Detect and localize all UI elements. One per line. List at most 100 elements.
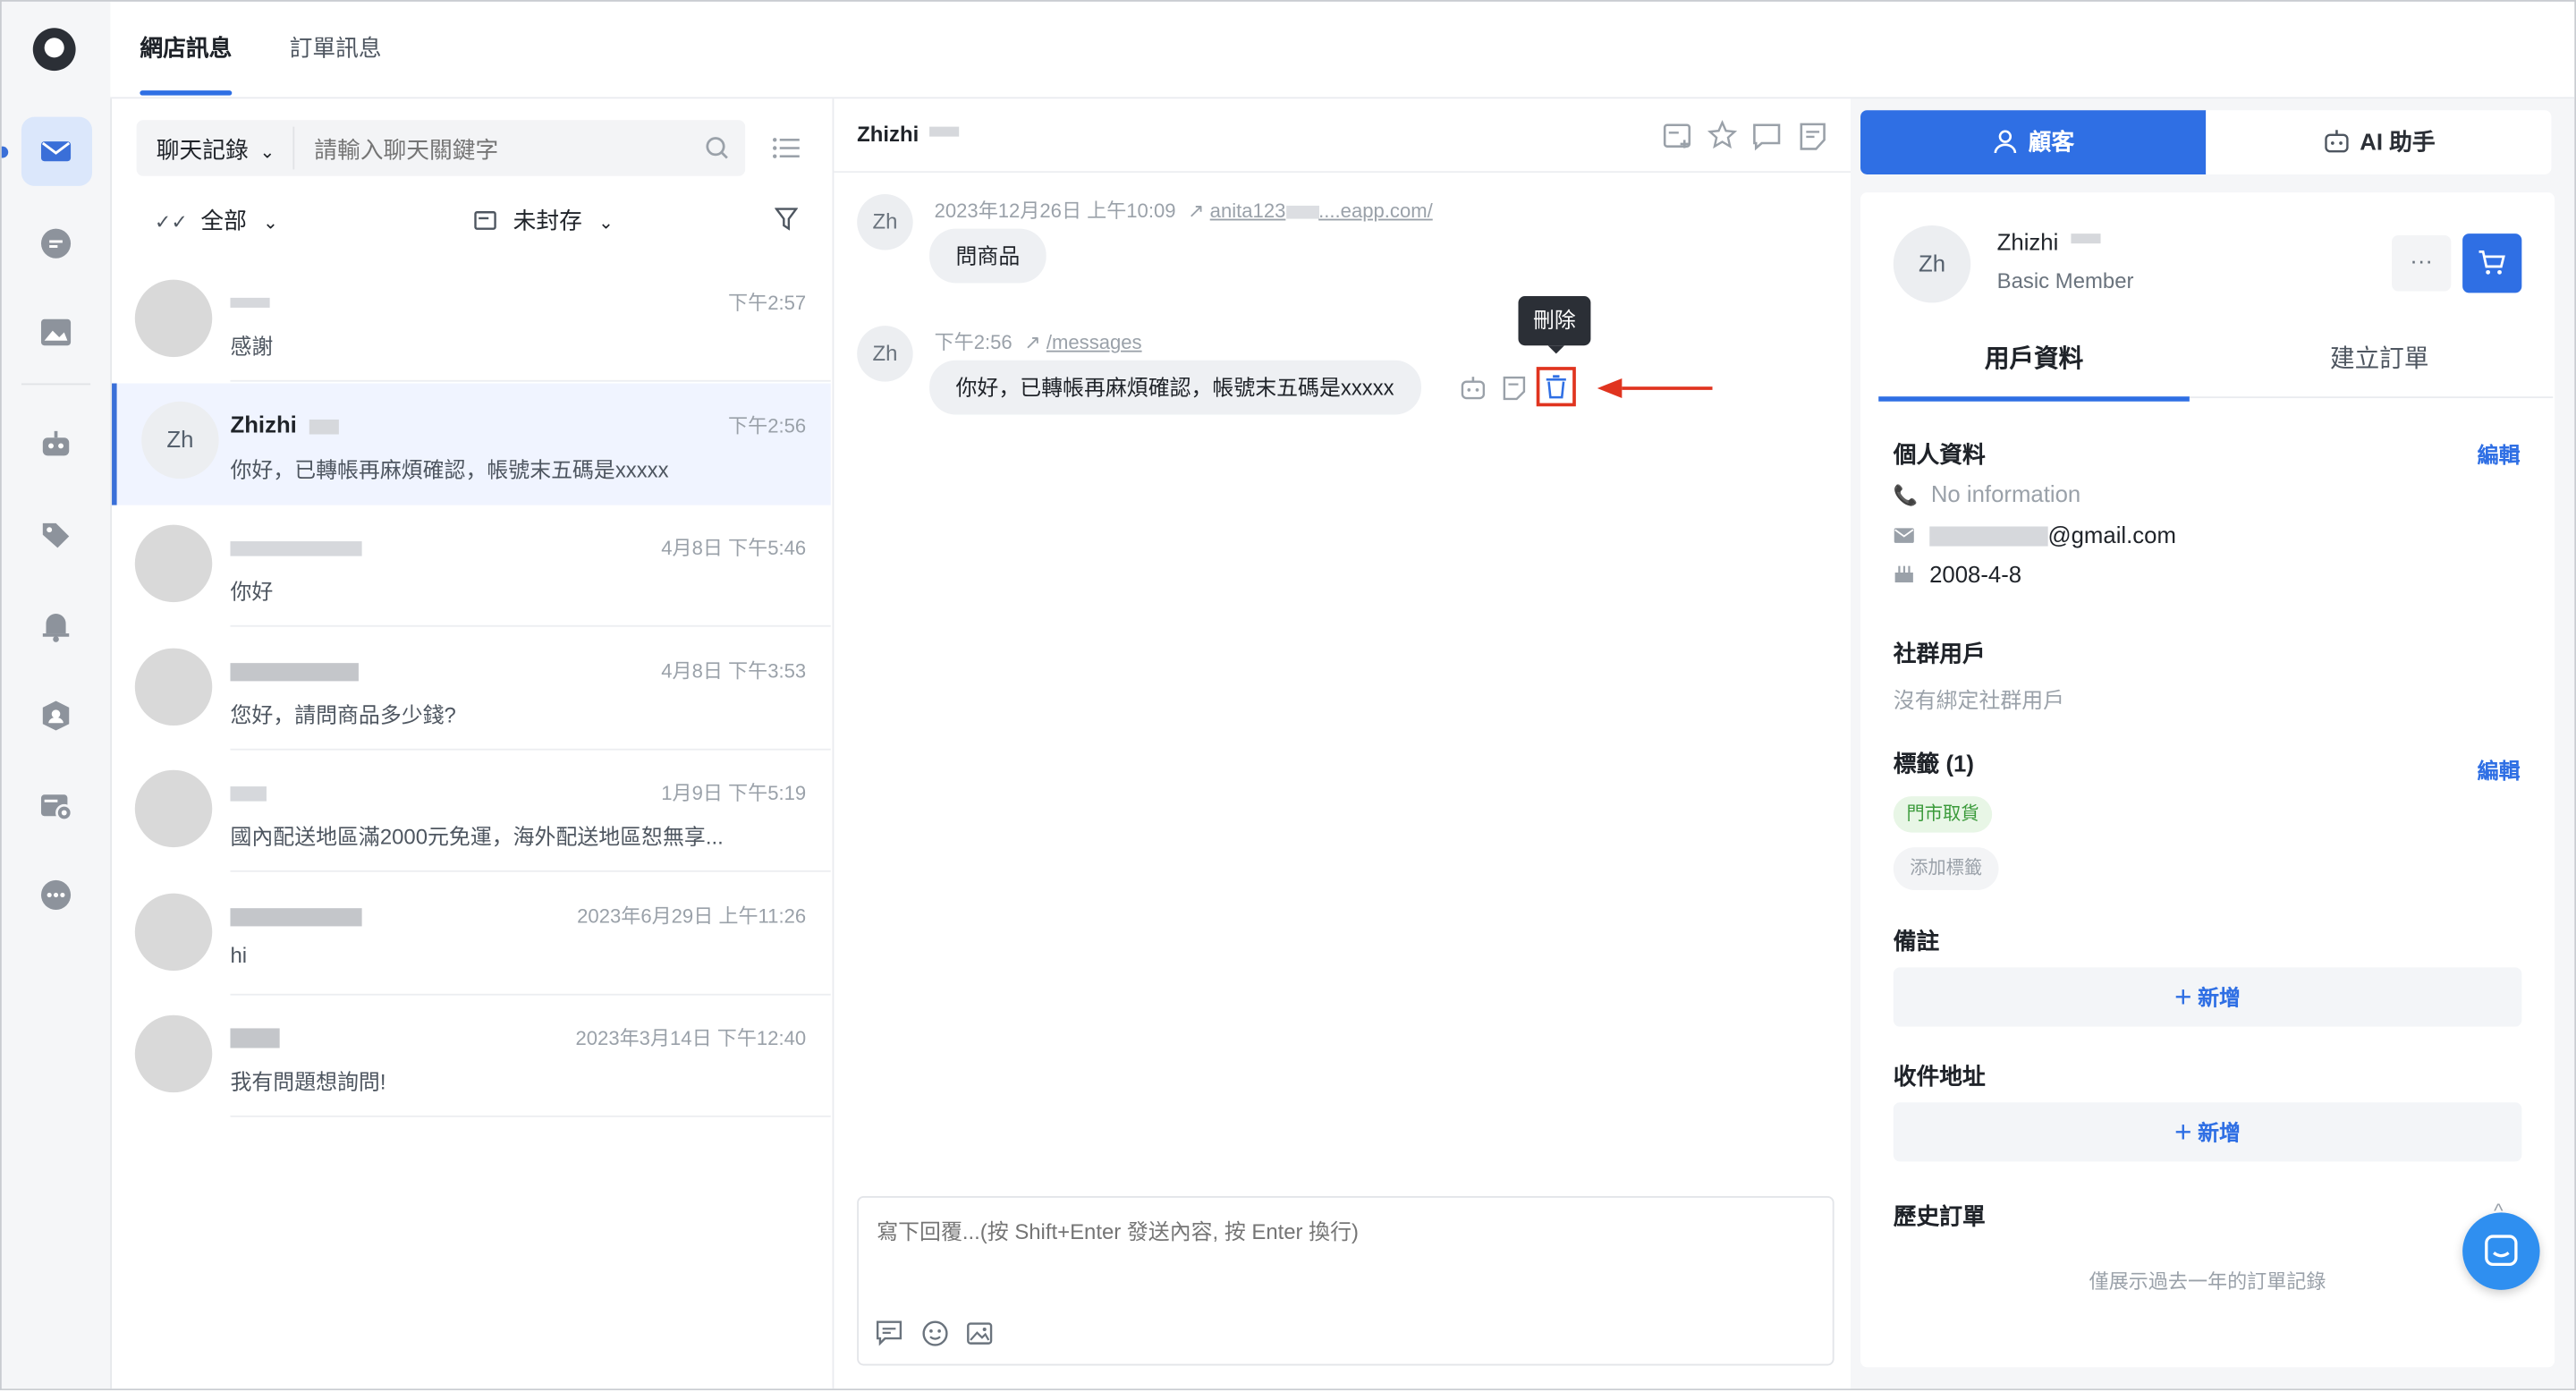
tab-order-messages[interactable]: 訂單訊息: [290, 31, 382, 64]
customer-avatar: Zh: [1893, 225, 1971, 303]
external-link-icon: ↗: [1024, 330, 1041, 354]
social-user-title: 社群用戶: [1893, 640, 1986, 666]
conversation-item[interactable]: 4月8日 下午3:53 您好，請問商品多少錢?: [112, 629, 831, 751]
message-avatar: Zh: [857, 326, 913, 382]
top-bar: [110, 1, 2575, 99]
conversation-name-redacted: [230, 778, 267, 804]
order-history-title: 歷史訂單: [1893, 1202, 1986, 1229]
reply-input[interactable]: [873, 1210, 1818, 1290]
conversation-item[interactable]: 2023年6月29日 上午11:26 hi: [112, 874, 831, 996]
plus-icon: +: [2174, 1115, 2192, 1149]
mail-icon[interactable]: [38, 133, 73, 169]
conversation-item-selected[interactable]: Zh Zhizhi 下午2:56 你好，已轉帳再麻煩確認，帳號末五碼是xxxxx: [112, 383, 831, 505]
conversation-item[interactable]: 下午2:57 感謝: [112, 260, 831, 382]
more-options-button[interactable]: ···: [2392, 234, 2452, 292]
tab-ai-assistant[interactable]: AI 助手: [2206, 110, 2552, 174]
cart-button[interactable]: [2462, 233, 2522, 293]
tab-shop-messages[interactable]: 網店訊息: [140, 31, 232, 64]
message-meta: 下午2:56 ↗ /messages: [935, 327, 1142, 355]
conversation-item[interactable]: 2023年3月14日 下午12:40 我有問題想詢問!: [112, 996, 831, 1117]
subtab-create-order[interactable]: 建立訂單: [2224, 341, 2535, 376]
address-title: 收件地址: [1893, 1063, 1986, 1090]
trash-icon[interactable]: [1543, 373, 1569, 399]
conversation-time: 2023年3月14日 下午12:40: [575, 1026, 807, 1050]
conversation-time: 4月8日 下午3:53: [661, 659, 807, 683]
conversation-item[interactable]: 1月9日 下午5:19 國內配送地區滿2000元免運，海外配送地區恕無享...: [112, 751, 831, 872]
external-link-icon: ↗: [1188, 199, 1205, 223]
archive-icon: [474, 209, 497, 233]
add-address-button[interactable]: + 新增: [1893, 1102, 2522, 1162]
tab-customer[interactable]: 顧客: [1860, 110, 2207, 174]
more-icon[interactable]: [38, 877, 73, 912]
subtab-profile[interactable]: 用戶資料: [1878, 341, 2190, 376]
filter-all-label: 全部: [200, 207, 247, 234]
chat-bubble-icon[interactable]: [38, 225, 73, 261]
image-icon[interactable]: [38, 314, 73, 350]
edit-tags-link[interactable]: 編輯: [2478, 753, 2521, 785]
message-source-link[interactable]: anita123 ....eapp.com/: [1210, 199, 1433, 223]
chat-contact-name: Zhizhi: [857, 122, 960, 147]
bell-icon[interactable]: [38, 607, 73, 643]
star-icon[interactable]: [1707, 120, 1738, 149]
settings-card-icon[interactable]: [38, 788, 73, 824]
robot-icon[interactable]: [38, 426, 73, 462]
edit-personal-link[interactable]: 編輯: [2478, 437, 2521, 469]
conversation-time: 2023年6月29日 上午11:26: [577, 904, 807, 929]
phone-row: 📞 No information: [1894, 480, 2080, 506]
message-time: 下午2:56: [934, 330, 1013, 354]
conversation-name-redacted: [230, 533, 362, 559]
image-upload-icon[interactable]: [966, 1320, 994, 1347]
tag-icon[interactable]: [38, 516, 73, 552]
add-tag-button[interactable]: 添加標籤: [1893, 847, 1999, 890]
phone-icon: 📞: [1893, 483, 1919, 507]
record-type-select[interactable]: 聊天記錄 ⌄: [157, 133, 275, 166]
divider: [230, 1115, 831, 1117]
email-icon: [1894, 527, 1915, 545]
chat-contact-name-text: Zhizhi: [857, 122, 919, 147]
note-icon[interactable]: [1798, 122, 1827, 151]
conversation-name-redacted: [230, 288, 270, 314]
customer-service-icon[interactable]: [38, 698, 73, 734]
selection-bar: [112, 383, 117, 505]
social-user-empty: 沒有綁定社群用戶: [1893, 687, 2065, 713]
email-row: @gmail.com: [1894, 522, 2176, 547]
chat-icon: [2484, 1234, 2519, 1269]
filter-icon[interactable]: [775, 208, 798, 231]
redacted-email: [1929, 527, 2048, 547]
list-view-icon[interactable]: [772, 135, 801, 161]
conversation-item[interactable]: 4月8日 下午5:46 你好: [112, 505, 831, 627]
membership-level: Basic Member: [1996, 267, 2134, 293]
conversation-name-redacted: [230, 902, 362, 928]
app-logo[interactable]: [32, 28, 76, 72]
support-chat-button[interactable]: [2462, 1212, 2540, 1290]
redacted-name: [2071, 233, 2101, 244]
customer-name-text: Zhizhi: [1996, 228, 2059, 256]
conversation-time: 下午2:57: [728, 291, 807, 315]
nav-rail: [1, 1, 113, 1389]
emoji-icon[interactable]: [921, 1320, 949, 1347]
tag-chip[interactable]: 門市取貨: [1893, 796, 1993, 833]
conversation-preview: 你好: [230, 579, 274, 604]
redacted-name: [309, 419, 340, 435]
comment-icon[interactable]: [1752, 122, 1782, 151]
order-history-hint: 僅展示過去一年的訂單記錄: [2089, 1269, 2326, 1294]
filter-all-dropdown[interactable]: ✓✓ 全部 ⌄: [155, 204, 278, 237]
tab-underline: [140, 90, 233, 96]
notes-title: 備註: [1893, 928, 1940, 955]
tab-customer-label: 顧客: [2028, 128, 2075, 155]
robot-icon[interactable]: [1459, 375, 1487, 401]
conversation-preview: 國內配送地區滿2000元免運，海外配送地區恕無享...: [230, 824, 724, 849]
robot-icon: [2322, 128, 2350, 154]
search-icon[interactable]: [704, 135, 730, 161]
quick-reply-icon[interactable]: [875, 1320, 902, 1347]
add-note-label: 新增: [2198, 985, 2241, 1011]
message-source-link[interactable]: /messages: [1046, 331, 1142, 354]
note-icon[interactable]: [1502, 375, 1527, 401]
search-input[interactable]: [310, 130, 696, 170]
archive-add-icon[interactable]: [1663, 122, 1692, 151]
add-note-button[interactable]: + 新增: [1893, 967, 2522, 1027]
filter-status-dropdown[interactable]: 未封存 ⌄: [474, 204, 614, 237]
double-check-icon: ✓✓: [154, 210, 188, 234]
ellipsis-icon: ···: [2410, 246, 2434, 274]
rail-divider: [21, 383, 91, 386]
